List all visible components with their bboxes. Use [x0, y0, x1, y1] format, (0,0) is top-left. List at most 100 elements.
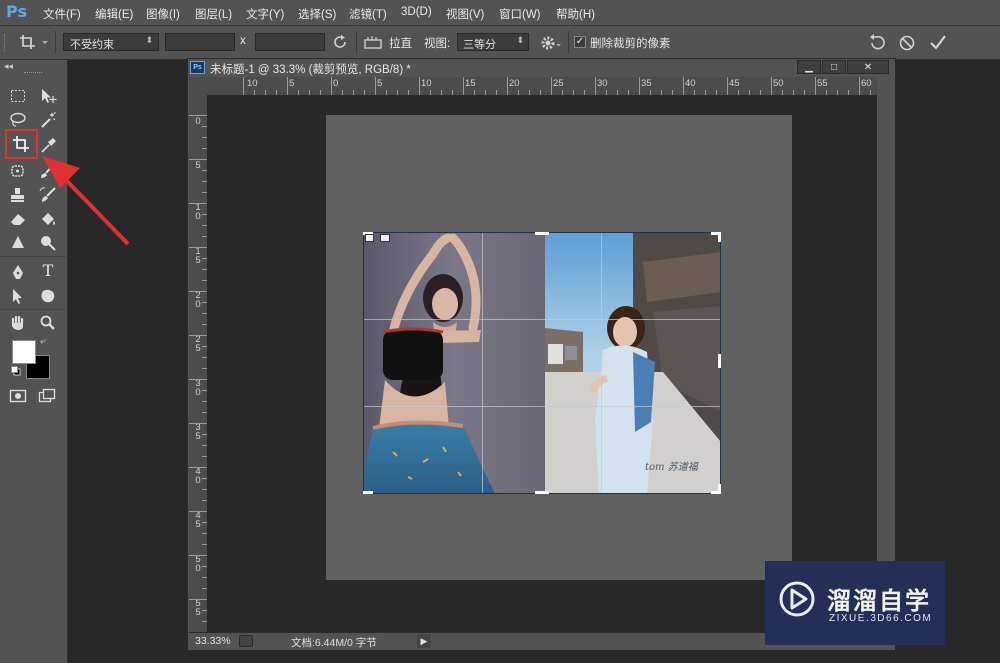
ruler-top-label: 25: [553, 78, 564, 89]
eraser-tool-icon[interactable]: [5, 208, 31, 230]
pen-tool-icon[interactable]: [5, 261, 31, 283]
zoom-tool-icon[interactable]: [35, 312, 61, 334]
ruler-tick: [815, 77, 816, 95]
export-icon[interactable]: [239, 635, 253, 647]
ruler-tick: [189, 159, 207, 160]
move-tool-icon[interactable]: [35, 85, 61, 107]
width-input[interactable]: [165, 33, 235, 51]
ruler-tick: [463, 77, 464, 95]
crop-corner-handle[interactable]: [718, 484, 721, 494]
crop-edge-handle[interactable]: [535, 491, 549, 494]
quick-mask-icon[interactable]: [5, 385, 31, 407]
ruler-top-label: 40: [685, 78, 696, 89]
menu-edit[interactable]: 编辑(E): [95, 6, 133, 22]
blur-tool-icon[interactable]: [5, 232, 31, 254]
crop-preview[interactable]: tom 苏道福: [359, 232, 721, 494]
ruler-top-label: 35: [641, 78, 652, 89]
menu-help[interactable]: 帮助(H): [556, 6, 595, 22]
clone-stamp-icon[interactable]: [5, 184, 31, 206]
document-tab-title[interactable]: 未标题-1 @ 33.3% (裁剪预览, RGB/8) *: [210, 61, 411, 77]
crop-border: [363, 232, 721, 494]
type-tool-icon[interactable]: T: [35, 259, 61, 281]
crop-edge-handle[interactable]: [535, 232, 549, 235]
swap-colors-icon[interactable]: ⤶: [40, 336, 46, 347]
crop-corner-handle[interactable]: [363, 491, 373, 494]
healing-brush-icon[interactable]: [5, 160, 31, 182]
screen-mode-icon[interactable]: [35, 385, 61, 407]
ps-doc-icon: Ps: [190, 61, 205, 74]
straighten-icon[interactable]: [363, 34, 383, 53]
crop-tool-icon[interactable]: [8, 133, 34, 155]
zoom-level[interactable]: 33.33%: [195, 635, 231, 647]
ruler-tick: [243, 77, 244, 95]
hand-tool-icon[interactable]: [5, 312, 31, 334]
ruler-tick: [419, 77, 420, 95]
ruler-top-label: 15: [465, 78, 476, 89]
close-button[interactable]: ✕: [847, 60, 889, 74]
updown-arrows-icon: ⬍: [145, 35, 153, 45]
path-selection-icon[interactable]: [5, 285, 31, 307]
height-input[interactable]: [255, 33, 325, 51]
toolbox-grip: [24, 72, 42, 75]
ruler-tick: [189, 335, 207, 336]
straighten-label[interactable]: 拉直: [389, 35, 412, 51]
view-overlay-select[interactable]: 三等分 ⬍: [457, 33, 529, 51]
view-overlay-value: 三等分: [463, 39, 496, 51]
lasso-tool-icon[interactable]: [5, 109, 31, 131]
menu-window[interactable]: 窗口(W): [499, 6, 541, 22]
marquee-tool-icon[interactable]: [5, 85, 31, 107]
red-arrow-annotation: [42, 156, 130, 246]
crop-edge-handle[interactable]: [718, 354, 721, 368]
minimize-button[interactable]: ▁: [797, 60, 821, 74]
ruler-tick: [287, 77, 288, 95]
ruler-left-label: 0: [195, 116, 201, 127]
collapse-icon[interactable]: ◂◂: [4, 61, 13, 72]
options-grip: [4, 34, 8, 52]
magic-wand-icon[interactable]: [35, 109, 61, 131]
default-colors-icon[interactable]: [11, 366, 21, 379]
swap-icon[interactable]: [332, 34, 348, 53]
layer-badge-icon: [365, 234, 374, 242]
commit-check-icon[interactable]: [928, 33, 948, 54]
custom-shape-icon[interactable]: [35, 285, 61, 307]
ruler-tick: [189, 115, 207, 116]
delete-cropped-label[interactable]: 删除裁剪的像素: [590, 35, 671, 51]
ratio-select-value: 不受约束: [70, 39, 114, 51]
menu-3d[interactable]: 3D(D): [401, 6, 432, 18]
ruler-tick: [551, 77, 552, 95]
menu-select[interactable]: 选择(S): [298, 6, 336, 22]
menu-view[interactable]: 视图(V): [446, 6, 484, 22]
ruler-tick: [639, 77, 640, 95]
menu-image[interactable]: 图像(I): [146, 6, 180, 22]
ruler-tick: [507, 77, 508, 95]
ruler-tick: [595, 77, 596, 95]
ruler-tick: [189, 291, 207, 292]
ruler-tick: [771, 77, 772, 95]
vertical-ruler: 0510152025303540455055: [189, 95, 208, 632]
options-bar: 不受约束 ⬍ x 拉直 视图: 三等分 ⬍ ✓ 删除裁剪的像素: [0, 26, 1000, 60]
ruler-origin[interactable]: [189, 77, 208, 96]
photoshop-logo: Ps: [6, 2, 27, 21]
crop-preset-icon[interactable]: [18, 33, 48, 54]
delete-cropped-checkbox[interactable]: ✓: [574, 36, 586, 48]
ruler-top-label: 55: [817, 78, 828, 89]
ratio-select[interactable]: 不受约束 ⬍: [63, 33, 159, 51]
cancel-icon[interactable]: [898, 34, 916, 55]
crop-corner-handle[interactable]: [718, 232, 721, 242]
reset-icon[interactable]: [868, 33, 888, 54]
ruler-top-label: 5: [289, 78, 295, 89]
ruler-top-label: 5: [377, 78, 383, 89]
menu-file[interactable]: 文件(F): [43, 6, 81, 22]
ruler-top-label: 10: [247, 78, 258, 89]
ruler-left-label: 5: [195, 160, 201, 171]
gear-icon[interactable]: [540, 34, 562, 55]
maximize-button[interactable]: □: [822, 60, 846, 74]
menu-layer[interactable]: 图层(L): [195, 6, 232, 22]
ruler-tick: [189, 467, 207, 468]
status-menu-arrow[interactable]: ▶: [417, 634, 431, 648]
updown-arrows-icon: ⬍: [516, 35, 524, 45]
menu-filter[interactable]: 滤镜(T): [349, 6, 387, 22]
menu-type[interactable]: 文字(Y): [246, 6, 284, 22]
foreground-color-swatch[interactable]: [12, 340, 36, 364]
ruler-top-label: 30: [597, 78, 608, 89]
